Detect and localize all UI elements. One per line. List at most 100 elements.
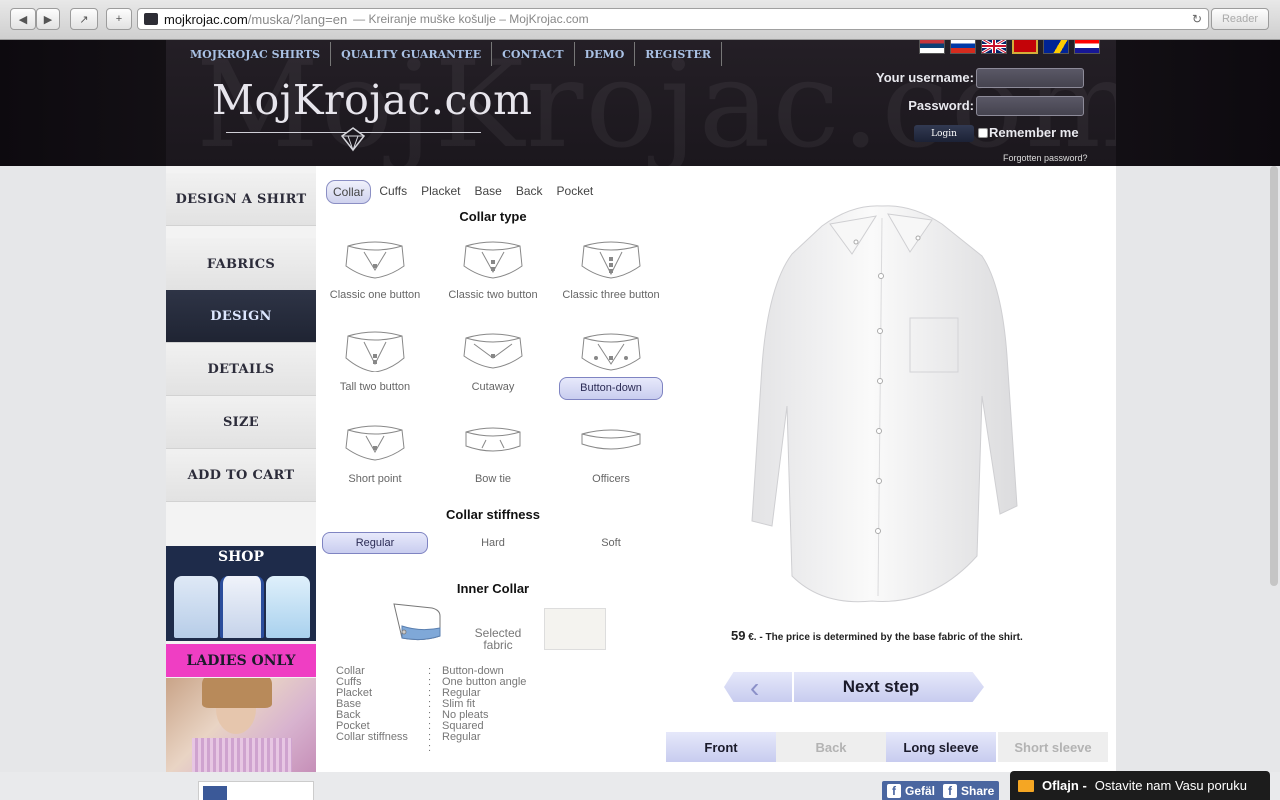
- collar-option-short-point[interactable]: Short point: [316, 420, 434, 487]
- step-fabrics[interactable]: FABRICS: [166, 238, 316, 291]
- collar-option-bow-tie[interactable]: Bow tie: [434, 420, 552, 487]
- next-step-button[interactable]: Next step: [794, 672, 984, 702]
- step-size[interactable]: SIZE: [166, 396, 316, 449]
- collar-option-classic-two-button[interactable]: Classic two button: [434, 236, 552, 303]
- price-note: €. - The price is determined by the base…: [748, 632, 1023, 643]
- forgot-password-link[interactable]: Forgotten password?: [1003, 153, 1088, 163]
- collar-type-title: Collar type: [459, 209, 527, 224]
- collar-icon: [345, 331, 405, 373]
- top-nav: MOJKROJAC SHIRTS QUALITY GUARANTEE CONTA…: [180, 42, 723, 66]
- collar-icon: [463, 333, 523, 369]
- ladies-only-banner[interactable]: LADIES ONLY: [166, 644, 316, 677]
- selection-summary: Collar: Button-down Cuffs: One button angle…: [336, 666, 526, 754]
- collar-label: Classic one button: [329, 289, 421, 301]
- collar-icon: [465, 427, 521, 452]
- url-path: /muska/?lang=en: [247, 11, 348, 27]
- model-shirt: [192, 738, 292, 772]
- new-tab-icon[interactable]: +: [106, 8, 132, 30]
- design-tabs: Collar Cuffs Placket Base Back Pocket: [326, 180, 601, 204]
- collar-option-classic-three-button[interactable]: Classic three button: [552, 236, 670, 303]
- shirt-preview: [751, 205, 1018, 603]
- diamond-icon: [340, 127, 366, 152]
- collar-option-tall-two-button[interactable]: Tall two button: [316, 328, 434, 395]
- view-back-button[interactable]: Back: [776, 732, 886, 762]
- collar-option-cutaway[interactable]: Cutaway: [434, 328, 552, 395]
- page-title: — Kreiranje muške košulje – MojKrojac.co…: [353, 12, 589, 26]
- collar-label: Short point: [348, 473, 402, 485]
- nav-demo[interactable]: DEMO: [575, 42, 636, 66]
- summary-separator: :: [428, 742, 432, 754]
- tab-cuffs[interactable]: Cuffs: [373, 180, 413, 204]
- stiffness-hard[interactable]: Hard: [440, 532, 546, 554]
- collar-option-officers[interactable]: Officers: [552, 420, 670, 487]
- uk-flag-icon[interactable]: [981, 40, 1007, 54]
- address-bar[interactable]: mojkrojac.com /muska/?lang=en — Kreiranj…: [137, 8, 1209, 30]
- reader-button[interactable]: Reader: [1211, 8, 1269, 30]
- facebook-like-button[interactable]: f Gefäl: [882, 781, 941, 800]
- tab-base[interactable]: Base: [469, 180, 508, 204]
- facebook-widget[interactable]: [198, 781, 314, 800]
- tab-back[interactable]: Back: [510, 180, 549, 204]
- favicon-icon: [144, 13, 158, 25]
- collar-label: Classic three button: [562, 289, 660, 301]
- stiffness-soft[interactable]: Soft: [558, 532, 664, 554]
- summary-row: Collar stiffness: Regular: [336, 732, 526, 743]
- page-scrollbar[interactable]: [1270, 166, 1278, 586]
- price-amount: 59: [731, 628, 746, 643]
- site-header: MojKrojac.com MOJKROJAC SHIRTS QUALITY G…: [0, 40, 1280, 166]
- facebook-share-button[interactable]: f Share: [938, 781, 1000, 800]
- russia-flag-icon[interactable]: [950, 40, 976, 54]
- remember-me-checkbox[interactable]: [978, 128, 988, 138]
- croatia-flag-icon[interactable]: [1074, 40, 1100, 54]
- login-button[interactable]: Login: [914, 125, 974, 142]
- shirt-thumbnail: [266, 576, 310, 638]
- fabric-swatch[interactable]: [544, 608, 606, 650]
- inner-collar-icon[interactable]: [392, 602, 444, 646]
- stiffness-regular[interactable]: Regular: [322, 532, 428, 554]
- collar-option-classic-one-button[interactable]: Classic one button: [316, 236, 434, 303]
- nav-register[interactable]: REGISTER: [635, 42, 723, 66]
- collar-icon: [581, 429, 641, 450]
- steps-sidebar: DESIGN A SHIRT FABRICS DESIGN DETAILS SI…: [166, 166, 316, 772]
- collar-label: Button-down: [559, 377, 663, 400]
- chat-widget[interactable]: Oflajn - Ostavite nam Vasu poruku: [1010, 771, 1270, 800]
- bosnia-flag-icon[interactable]: [1043, 40, 1069, 54]
- view-front-button[interactable]: Front: [666, 732, 776, 762]
- password-label: Password:: [908, 98, 974, 113]
- tab-collar[interactable]: Collar: [326, 180, 372, 204]
- serbia-flag-icon[interactable]: [919, 40, 945, 54]
- username-input[interactable]: [976, 68, 1084, 88]
- url-host: mojkrojac.com: [164, 11, 248, 27]
- shop-banner[interactable]: SHOP: [166, 546, 316, 641]
- forward-icon[interactable]: ▶: [36, 8, 60, 30]
- browser-toolbar: ◀ ▶ ↗ + mojkrojac.com /muska/?lang=en — …: [0, 0, 1280, 40]
- shirt-thumbnail: [220, 576, 264, 638]
- step-design-a-shirt[interactable]: DESIGN A SHIRT: [166, 173, 316, 226]
- tab-placket[interactable]: Placket: [415, 180, 466, 204]
- step-add-to-cart[interactable]: ADD TO CART: [166, 449, 316, 502]
- previous-step-button[interactable]: ‹: [724, 672, 792, 702]
- long-sleeve-button[interactable]: Long sleeve: [886, 732, 996, 762]
- collar-icon: [345, 241, 405, 279]
- facebook-icon: [203, 786, 227, 800]
- step-details[interactable]: DETAILS: [166, 343, 316, 396]
- collar-label: Cutaway: [471, 381, 515, 393]
- password-input[interactable]: [976, 96, 1084, 116]
- back-icon[interactable]: ◀: [10, 8, 36, 30]
- tab-pocket[interactable]: Pocket: [551, 180, 600, 204]
- main-content: DESIGN A SHIRT FABRICS DESIGN DETAILS SI…: [166, 166, 1116, 772]
- reload-icon[interactable]: ↻: [1192, 12, 1202, 26]
- collar-option-button-down[interactable]: Button-down: [552, 328, 670, 400]
- share-icon[interactable]: ↗: [70, 8, 98, 30]
- step-design[interactable]: DESIGN: [166, 290, 316, 343]
- username-label: Your username:: [875, 70, 974, 85]
- site-logo[interactable]: MojKrojac.com: [212, 76, 532, 124]
- ladies-model-image[interactable]: [166, 678, 316, 772]
- nav-mojkrojac-shirts[interactable]: MOJKROJAC SHIRTS: [180, 42, 332, 66]
- nav-contact[interactable]: CONTACT: [492, 42, 575, 66]
- chat-status: Oflajn -: [1042, 778, 1087, 793]
- chevron-left-icon: ‹: [750, 672, 760, 703]
- short-sleeve-button[interactable]: Short sleeve: [998, 732, 1108, 762]
- nav-quality-guarantee[interactable]: QUALITY GUARANTEE: [331, 42, 493, 66]
- montenegro-flag-icon[interactable]: [1012, 40, 1038, 54]
